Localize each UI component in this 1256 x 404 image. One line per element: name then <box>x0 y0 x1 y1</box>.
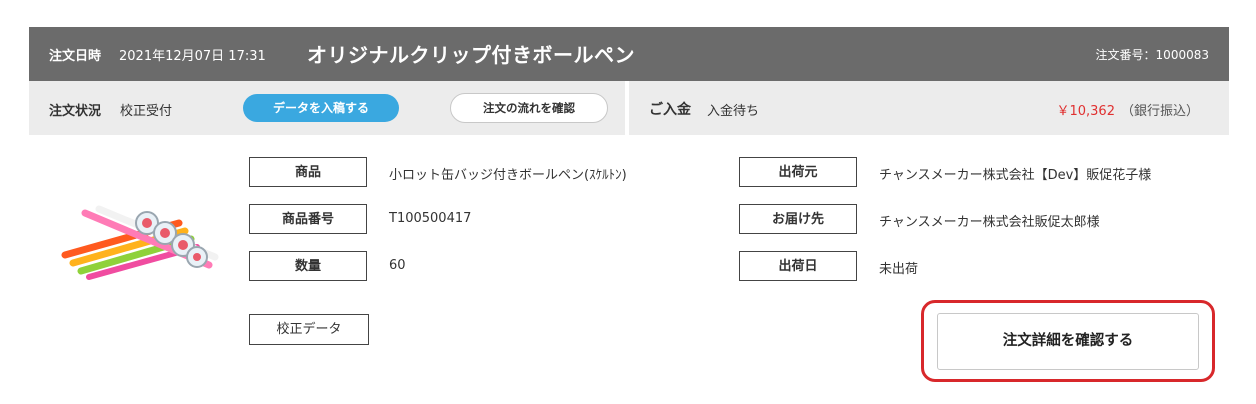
order-flow-button[interactable]: 注文の流れを確認 <box>450 93 608 123</box>
order-header: 注文日時 2021年12月07日 17:31 オリジナルクリップ付きボールペン … <box>29 27 1229 81</box>
quantity-label: 数量 <box>249 251 367 281</box>
ship-date-value: 未出荷 <box>879 262 919 277</box>
payment-method: （銀行振込） <box>1120 104 1199 119</box>
payment-status-value: 入金待ち <box>707 104 760 119</box>
product-number-label: 商品番号 <box>249 204 367 234</box>
payment-status-bar: ご入金 入金待ち ￥10,362 （銀行振込） <box>629 81 1229 135</box>
product-number: T100500417 <box>389 211 472 226</box>
order-date-label: 注文日時 <box>49 49 102 64</box>
payment-price: ￥10,362 <box>1056 104 1115 119</box>
payment-label: ご入金 <box>649 102 691 118</box>
product-name: 小ロット缶バッジ付きボールペン(ｽｹﾙﾄﾝ) <box>389 168 627 183</box>
order-status-bar: 注文状況 校正受付 データを入稿する 注文の流れを確認 <box>29 81 625 135</box>
order-detail-button[interactable]: 注文詳細を確認する <box>937 313 1199 370</box>
order-date-value: 2021年12月07日 17:31 <box>119 49 266 64</box>
upload-data-button[interactable]: データを入稿する <box>243 94 399 122</box>
order-number: 注文番号：1000083 <box>1095 48 1209 62</box>
product-label: 商品 <box>249 157 367 187</box>
proof-data-button[interactable]: 校正データ <box>249 314 369 345</box>
ship-date-label: 出荷日 <box>739 251 857 281</box>
product-image <box>61 205 219 280</box>
order-card: 注文日時 2021年12月07日 17:31 オリジナルクリップ付きボールペン … <box>29 27 1229 404</box>
deliver-to-value: チャンスメーカー株式会社販促太郎様 <box>879 215 1100 230</box>
quantity-value: 60 <box>389 258 406 273</box>
deliver-to-label: お届け先 <box>739 204 857 234</box>
order-status-value: 校正受付 <box>120 104 173 119</box>
product-title: オリジナルクリップ付きボールペン <box>307 43 635 67</box>
payment-amount: ￥10,362 （銀行振込） <box>1056 100 1199 119</box>
ship-from-value: チャンスメーカー株式会社【Dev】販促花子様 <box>879 168 1152 183</box>
order-status-label: 注文状況 <box>49 104 102 119</box>
ship-from-label: 出荷元 <box>739 157 857 187</box>
